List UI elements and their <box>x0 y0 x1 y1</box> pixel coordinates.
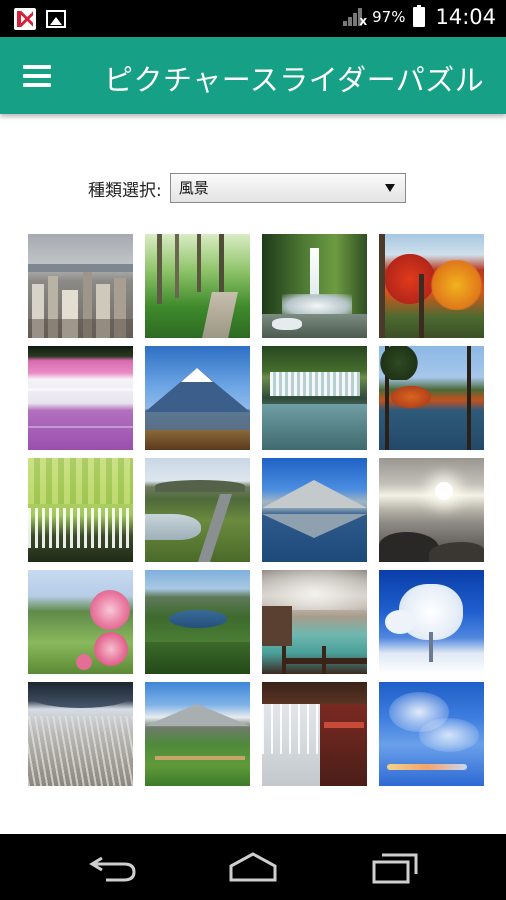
gallery-notification-icon <box>46 10 66 28</box>
thumbnail-autumn-lake[interactable] <box>379 346 484 450</box>
type-select-dropdown[interactable]: 風景 <box>169 173 406 203</box>
battery-percent: 97% <box>372 8 406 26</box>
dropdown-arrow-icon <box>384 184 395 192</box>
thumbnail-city-skyline[interactable] <box>28 234 133 338</box>
home-icon[interactable] <box>227 850 279 884</box>
thumbnail-blue-sky-clouds[interactable] <box>379 682 484 786</box>
thumbnail-shiraito-falls[interactable] <box>262 346 367 450</box>
thumbnail-crater-lake[interactable] <box>145 570 250 674</box>
type-selector-row: 種類選択: 風景 <box>88 173 406 203</box>
recent-apps-icon[interactable] <box>370 850 422 884</box>
thumbnail-autumn-maple[interactable] <box>379 234 484 338</box>
picture-grid <box>28 234 484 786</box>
kaspersky-icon <box>14 8 36 30</box>
thumbnail-forest-boardwalk[interactable] <box>145 234 250 338</box>
thumbnail-hollyhock-flowers[interactable] <box>28 570 133 674</box>
thumbnail-hot-spring-town[interactable] <box>262 570 367 674</box>
app-title: ピクチャースライダーパズル <box>104 63 485 97</box>
thumbnail-snow-covered-trees[interactable] <box>379 570 484 674</box>
type-select-value: 風景 <box>178 179 209 197</box>
thumbnail-wisteria[interactable] <box>28 458 133 562</box>
navigation-bar <box>0 834 506 900</box>
battery-icon <box>413 5 426 27</box>
hamburger-menu-icon[interactable] <box>23 65 51 87</box>
thumbnail-icicles-eaves[interactable] <box>262 682 367 786</box>
thumbnail-sunset-coast[interactable] <box>379 458 484 562</box>
thumbnail-pampas-grass[interactable] <box>28 682 133 786</box>
thumbnail-forest-waterfall[interactable] <box>262 234 367 338</box>
status-bar: x 97% 14:04 <box>0 0 506 37</box>
thumbnail-mount-fuji[interactable] <box>145 346 250 450</box>
thumbnail-alpine-meadow[interactable] <box>145 682 250 786</box>
app-bar: ピクチャースライダーパズル <box>0 37 506 114</box>
type-selector-label: 種類選択: <box>88 180 162 201</box>
thumbnail-mountain-reflection[interactable] <box>262 458 367 562</box>
thumbnail-marsh-boardwalk[interactable] <box>145 458 250 562</box>
signal-icon: x <box>342 6 367 28</box>
thumbnail-moss-phlox-field[interactable] <box>28 346 133 450</box>
back-icon[interactable] <box>88 850 140 884</box>
status-clock: 14:04 <box>435 5 496 29</box>
